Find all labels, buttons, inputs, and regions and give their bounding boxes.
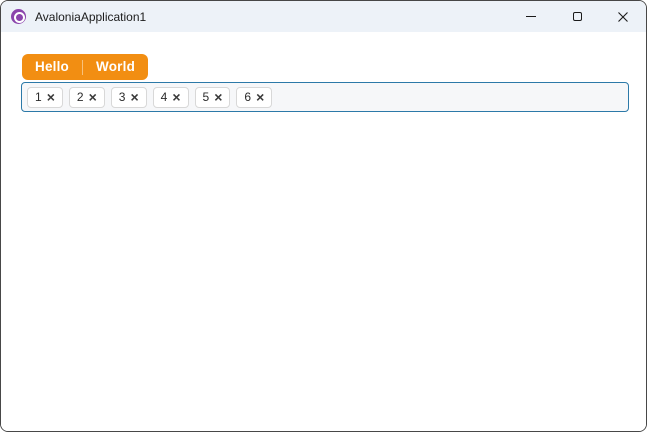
tab-hello[interactable]: Hello bbox=[22, 54, 82, 80]
tag-input-box[interactable]: 1 × 2 × 3 × 4 × 5 × 6 × bbox=[21, 82, 629, 112]
tag-chip[interactable]: 1 × bbox=[27, 86, 63, 108]
minimize-button[interactable] bbox=[508, 1, 554, 32]
close-button[interactable] bbox=[600, 1, 646, 32]
tag-close-icon[interactable]: × bbox=[172, 90, 180, 104]
tag-close-icon[interactable]: × bbox=[47, 90, 55, 104]
app-window: AvaloniaApplication1 Hello World 1 × 2 ×… bbox=[0, 0, 647, 432]
tag-chip[interactable]: 3 × bbox=[110, 86, 147, 108]
tag-close-icon[interactable]: × bbox=[89, 90, 97, 104]
maximize-button[interactable] bbox=[554, 1, 600, 32]
avalonia-logo-icon bbox=[11, 9, 26, 24]
tag-label: 1 bbox=[35, 90, 42, 104]
tag-label: 2 bbox=[76, 90, 84, 104]
tag-close-icon[interactable]: × bbox=[214, 90, 222, 104]
tag-chip[interactable]: 2 × bbox=[68, 86, 105, 108]
tag-label: 5 bbox=[202, 90, 210, 104]
tag-chip[interactable]: 6 × bbox=[236, 86, 273, 108]
minimize-icon bbox=[526, 16, 536, 17]
tag-close-icon[interactable]: × bbox=[130, 90, 138, 104]
maximize-icon bbox=[572, 12, 582, 21]
tab-world[interactable]: World bbox=[83, 54, 148, 80]
tag-label: 4 bbox=[160, 90, 168, 104]
title-bar[interactable]: AvaloniaApplication1 bbox=[1, 1, 646, 32]
tag-chip[interactable]: 5 × bbox=[194, 86, 231, 108]
tag-chip[interactable]: 4 × bbox=[152, 86, 189, 108]
tab-strip: Hello World bbox=[22, 54, 149, 80]
close-icon bbox=[618, 11, 628, 22]
main-content: Hello World 1 × 2 × 3 × 4 × 5 × 6 × bbox=[1, 32, 646, 431]
tag-label: 6 bbox=[244, 90, 252, 104]
tag-label: 3 bbox=[118, 90, 126, 104]
caption-buttons bbox=[508, 1, 646, 32]
window-title: AvaloniaApplication1 bbox=[35, 9, 147, 24]
tag-close-icon[interactable]: × bbox=[256, 90, 264, 104]
